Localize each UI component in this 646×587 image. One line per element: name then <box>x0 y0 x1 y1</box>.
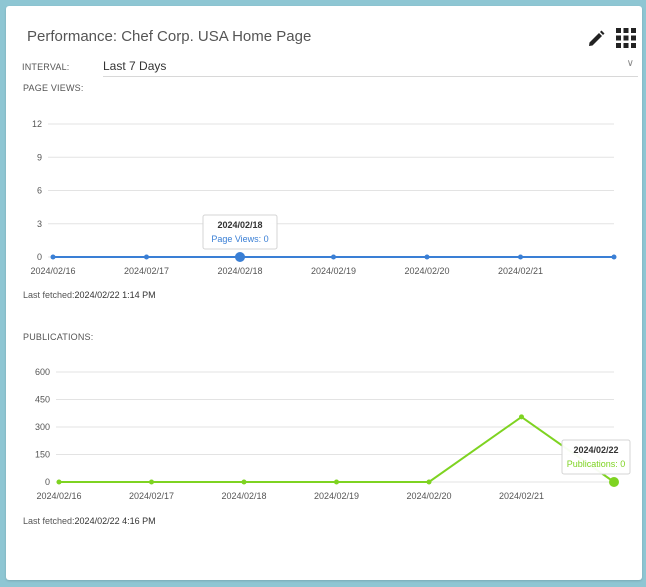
publications-data-point[interactable] <box>56 479 62 485</box>
page-views-x-tick-label: 2024/02/21 <box>498 266 543 276</box>
page-views-tooltip-date: 2024/02/18 <box>217 220 262 230</box>
page-views-x-tick-label: 2024/02/18 <box>217 266 262 276</box>
publications-last-fetched: Last fetched:2024/02/22 4:16 PM <box>23 516 156 526</box>
page-views-data-point[interactable] <box>331 254 336 260</box>
page-views-data-point[interactable] <box>611 254 617 260</box>
page-views-x-tick-label: 2024/02/16 <box>30 266 75 276</box>
page-views-x-tick-label: 2024/02/19 <box>311 266 356 276</box>
page-views-chart: 0 3 6 9 12 2024/02/16 2024/02/17 2024/02/18 2024… <box>30 119 617 276</box>
publications-data-point[interactable] <box>334 479 339 485</box>
publications-y-tick-label: 0 <box>45 477 50 487</box>
performance-widget: Performance: Chef Corp. USA Home Page IN… <box>6 6 642 580</box>
page-views-y-tick-label: 6 <box>37 186 42 196</box>
grid-icon[interactable] <box>615 27 637 49</box>
interval-label: INTERVAL: <box>22 62 70 72</box>
pencil-icon[interactable] <box>586 29 606 49</box>
publications-data-point[interactable] <box>149 479 154 485</box>
publications-y-tick-label: 450 <box>35 395 50 405</box>
page-views-tooltip-value: Page Views: 0 <box>211 234 268 244</box>
publications-y-tick-label: 150 <box>35 450 50 460</box>
publications-data-point[interactable] <box>519 414 524 420</box>
publications-x-tick-label: 2024/02/18 <box>221 491 266 501</box>
page-views-y-tick-label: 9 <box>37 152 42 162</box>
page-views-y-tick-label: 0 <box>37 252 42 262</box>
publications-y-tick-label: 600 <box>35 367 50 377</box>
publications-data-point[interactable] <box>241 479 247 485</box>
page-views-label: PAGE VIEWS: <box>23 83 84 93</box>
interval-dropdown[interactable]: Last 7 Days ∨ <box>103 54 638 77</box>
page-views-data-point[interactable] <box>424 254 430 260</box>
page-views-y-tick-label: 12 <box>32 119 42 129</box>
publications-label: PUBLICATIONS: <box>23 332 94 342</box>
interval-value: Last 7 Days <box>103 59 167 73</box>
publications-x-tick-label: 2024/02/16 <box>36 491 81 501</box>
publications-tooltip-date: 2024/02/22 <box>573 445 618 455</box>
page-views-data-point[interactable] <box>50 254 56 260</box>
publications-y-tick-label: 300 <box>35 422 50 432</box>
page-views-x-tick-label: 2024/02/20 <box>404 266 449 276</box>
page-views-data-point[interactable] <box>235 252 245 262</box>
publications-chart: 0 150 300 450 600 2024/02/16 2024/02/17 2024/02… <box>35 367 631 501</box>
publications-x-tick-label: 2024/02/17 <box>129 491 174 501</box>
publications-tooltip-value: Publications: 0 <box>567 459 626 469</box>
widget-title: Performance: Chef Corp. USA Home Page <box>27 28 312 45</box>
publications-data-point[interactable] <box>426 479 432 485</box>
chevron-down-icon: ∨ <box>626 58 634 69</box>
page-views-data-point[interactable] <box>144 254 149 260</box>
page-views-last-fetched: Last fetched:2024/02/22 1:14 PM <box>23 290 156 300</box>
page-views-x-tick-label: 2024/02/17 <box>124 266 169 276</box>
page-views-data-point[interactable] <box>518 254 523 260</box>
publications-x-tick-label: 2024/02/21 <box>499 491 544 501</box>
publications-x-tick-label: 2024/02/19 <box>314 491 359 501</box>
publications-x-tick-label: 2024/02/20 <box>406 491 451 501</box>
publications-data-point[interactable] <box>609 477 619 487</box>
page-views-y-tick-label: 3 <box>37 219 42 229</box>
